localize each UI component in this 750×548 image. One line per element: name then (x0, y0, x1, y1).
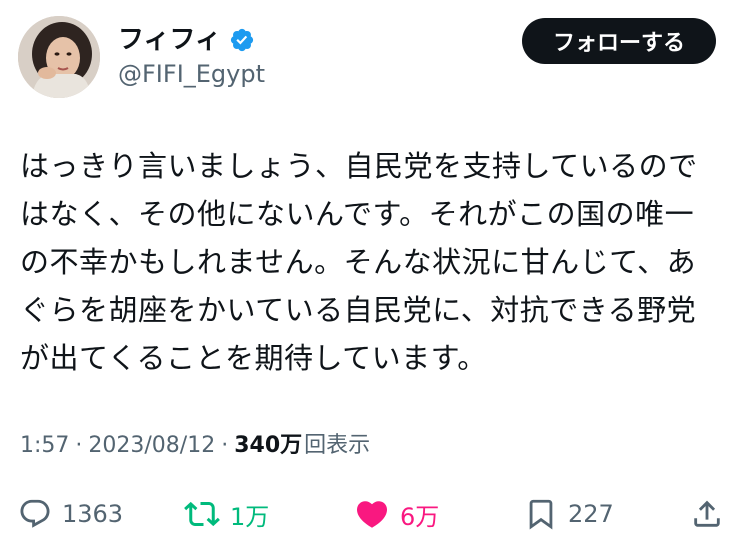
reply-icon (20, 499, 50, 528)
like-count: 6万 (400, 502, 440, 531)
meta-separator: · (75, 433, 83, 458)
retweet-button[interactable]: 1万 (184, 490, 269, 538)
share-icon (694, 500, 720, 527)
tweet-date[interactable]: 2023/08/12 (88, 430, 215, 462)
profile-photo (18, 16, 100, 98)
share-button[interactable] (690, 490, 724, 538)
tweet-time[interactable]: 1:57 (20, 430, 69, 462)
bookmark-icon (529, 499, 553, 530)
tweet-line: ぐらを胡座をかいている自民党に、対抗できる野党 (20, 293, 697, 327)
views-label: 回表示 (304, 433, 371, 458)
like-button[interactable]: 6万 (354, 490, 439, 538)
display-name[interactable]: フィフィ (118, 24, 255, 56)
bookmark-button[interactable]: 227 (524, 490, 614, 538)
retweet-count: 1万 (230, 502, 270, 531)
verified-badge-icon (230, 28, 254, 52)
reply-count: 1363 (62, 500, 124, 528)
retweet-icon (184, 501, 220, 527)
views-count: 340万 (234, 433, 303, 458)
avatar[interactable] (18, 16, 100, 98)
meta-separator: · (221, 433, 229, 458)
tweet-meta: 1:57 · 2023/08/12 · 340万 回表示 (20, 430, 370, 462)
action-bar: 1363 1万 6万 227 (0, 490, 750, 538)
bookmark-count: 227 (568, 500, 614, 528)
heart-icon (356, 501, 388, 528)
reply-button[interactable]: 1363 (18, 490, 123, 538)
tweet-line: が出てくることを期待しています。 (20, 341, 487, 375)
user-handle[interactable]: @FIFI_Egypt (118, 58, 265, 90)
display-name-text: フィフィ (118, 25, 221, 55)
follow-button[interactable]: フォローする (522, 18, 716, 64)
tweet-line: の不幸かもしれません。そんな状況に甘んじて、あ (20, 245, 697, 279)
tweet-text: はっきり言いましょう、自民党を支持しているので はなく、その他にないんです。それ… (20, 142, 720, 382)
tweet-line: はっきり言いましょう、自民党を支持しているので (20, 149, 698, 183)
tweet-line: はなく、その他にないんです。それがこの国の唯一 (20, 197, 695, 231)
